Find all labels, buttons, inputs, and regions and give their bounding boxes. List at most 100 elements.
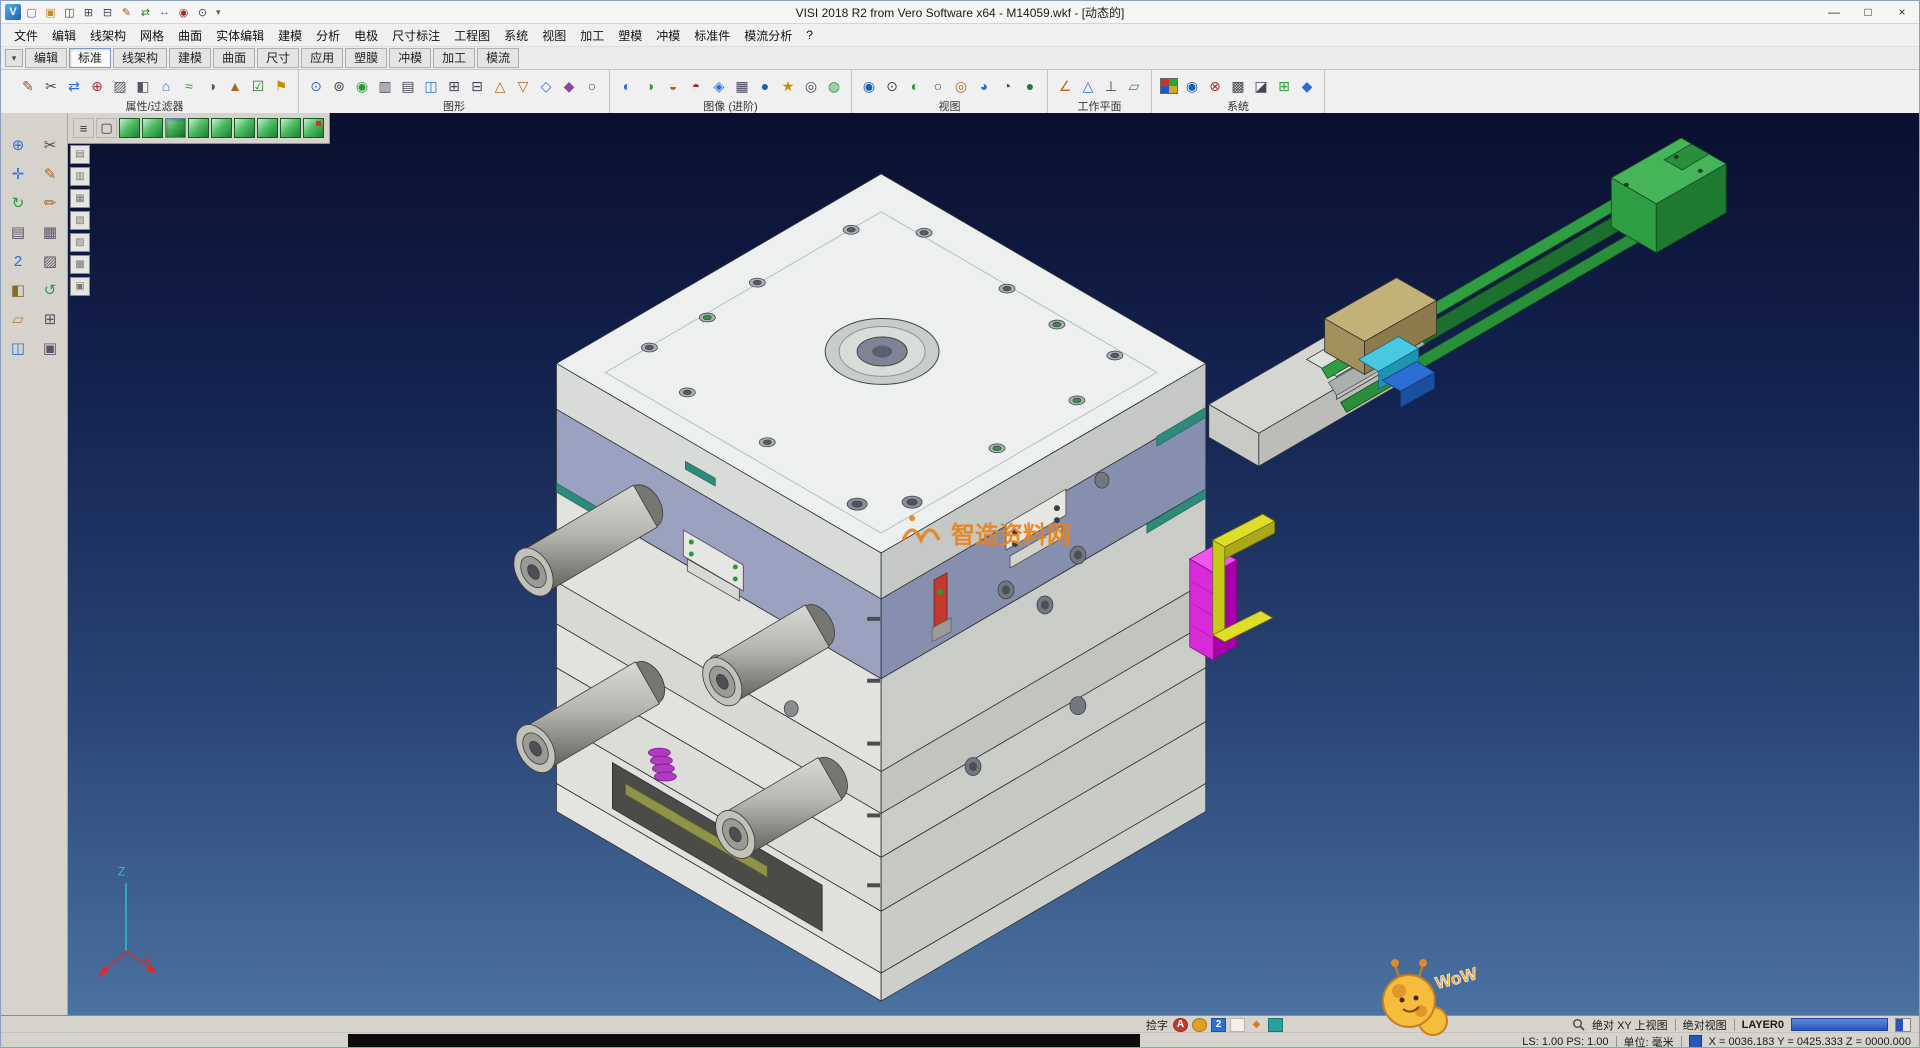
edit-attributes-icon[interactable]: ✎	[18, 76, 38, 96]
sketch-icon[interactable]: ✎	[118, 4, 135, 20]
menu-edit[interactable]: 编辑	[45, 27, 83, 44]
view-outline-icon[interactable]: ○	[928, 76, 948, 96]
color-grid-icon[interactable]	[1159, 76, 1179, 96]
color-chip[interactable]	[1895, 1018, 1911, 1032]
filter-solids-button[interactable]: ▨	[70, 233, 90, 252]
layer2-icon[interactable]: 2	[1211, 1018, 1226, 1032]
trim-icon[interactable]: ✂	[37, 133, 63, 157]
viewport[interactable]: ≡▢ ▤▥▦▧▨▩▣	[68, 113, 1919, 1015]
menu-wireframe[interactable]: 线架构	[83, 27, 133, 44]
menu-file[interactable]: 文件	[7, 27, 45, 44]
tri-down-icon[interactable]: ▽	[513, 76, 533, 96]
system-diamond-icon[interactable]: ◆	[1297, 76, 1317, 96]
minimize-button[interactable]: —	[1817, 2, 1851, 23]
tab-die[interactable]: 冲模	[389, 48, 431, 68]
undo-icon[interactable]: ↺	[37, 278, 63, 302]
blank-icon[interactable]	[1230, 1018, 1245, 1032]
menu-solid-edit[interactable]: 实体编辑	[209, 27, 271, 44]
bullseye-icon[interactable]: ◎	[801, 76, 821, 96]
circle-icon[interactable]: ○	[582, 76, 602, 96]
menu-system[interactable]: 系统	[497, 27, 535, 44]
sphere-icon[interactable]: ●	[755, 76, 775, 96]
rotate-icon[interactable]: ↻	[5, 191, 31, 215]
perpendicular-icon[interactable]: ⊥	[1101, 76, 1121, 96]
menu-analysis[interactable]: 分析	[309, 27, 347, 44]
move-icon[interactable]: ✛	[5, 162, 31, 186]
menu-view[interactable]: 视图	[535, 27, 573, 44]
tri-up-icon[interactable]: △	[490, 76, 510, 96]
view-half-icon[interactable]: ◐	[905, 76, 925, 96]
view-solid-icon[interactable]: ●	[1020, 76, 1040, 96]
smooth-icon[interactable]: ≈	[179, 76, 199, 96]
angle-icon[interactable]: ∠	[1055, 76, 1075, 96]
layer-color-bar[interactable]	[1791, 1018, 1888, 1031]
layer-field[interactable]: LAYER0	[1742, 1019, 1784, 1031]
two-icon[interactable]: 2	[5, 249, 31, 273]
tab-dropdown[interactable]: ▾	[5, 49, 23, 67]
filter-all-button[interactable]: ▣	[70, 277, 90, 296]
menu-electrode[interactable]: 电极	[347, 27, 385, 44]
menu-surface[interactable]: 曲面	[171, 27, 209, 44]
tab-machining[interactable]: 加工	[433, 48, 475, 68]
view-iso-button[interactable]	[119, 118, 140, 138]
absolute-view-field[interactable]: 绝对视图	[1683, 1017, 1727, 1033]
point-icon[interactable]: ◉	[352, 76, 372, 96]
menu-drafting[interactable]: 工程图	[447, 27, 497, 44]
filter-surfaces-button[interactable]: ▧	[70, 211, 90, 230]
tab-surface[interactable]: 曲面	[213, 48, 255, 68]
diamond-icon[interactable]: ◇	[536, 76, 556, 96]
render-q1-icon[interactable]: ◐	[617, 76, 637, 96]
save-all-icon[interactable]: ⊞	[80, 4, 97, 20]
restore-button[interactable]: □	[1851, 2, 1885, 23]
dense-grid-icon[interactable]: ▩	[1228, 76, 1248, 96]
model-canvas[interactable]: 智造资料网 Z X	[68, 113, 1919, 1015]
target-icon[interactable]: ⊙	[306, 76, 326, 96]
close-button[interactable]: ×	[1885, 2, 1919, 23]
menu-mesh[interactable]: 网格	[133, 27, 171, 44]
parallelogram-icon[interactable]: ▱	[1124, 76, 1144, 96]
menu-die[interactable]: 冲模	[649, 27, 687, 44]
save-icon[interactable]: ◫	[61, 4, 78, 20]
open-file-icon[interactable]: ▣	[42, 4, 59, 20]
normals-icon[interactable]: ▲	[225, 76, 245, 96]
view-bottom-button[interactable]	[257, 118, 278, 138]
view-ring-icon[interactable]: ◎	[951, 76, 971, 96]
plus-grid-icon[interactable]: ⊞	[1274, 76, 1294, 96]
cut-icon[interactable]: ✂	[41, 76, 61, 96]
plane-icon[interactable]: ▱	[5, 307, 31, 331]
tab-standard[interactable]: 标准	[69, 48, 111, 68]
palette-icon[interactable]	[1192, 1018, 1207, 1032]
menu-flow-analysis[interactable]: 模流分析	[737, 27, 799, 44]
filter-text-button[interactable]: ▩	[70, 255, 90, 274]
view-right-button[interactable]	[188, 118, 209, 138]
export-icon[interactable]: ↔	[156, 4, 173, 20]
table-icon[interactable]: ▥	[375, 76, 395, 96]
layers-icon[interactable]: ▤	[398, 76, 418, 96]
filter-lines-button[interactable]: ▥	[70, 167, 90, 186]
view-orientation-field[interactable]: 绝对 XY 上视图	[1592, 1017, 1668, 1033]
half-icon[interactable]: ◧	[5, 278, 31, 302]
menu-mold[interactable]: 塑模	[611, 27, 649, 44]
hatch-icon[interactable]: ▨	[110, 76, 130, 96]
hatch-icon[interactable]: ▨	[37, 249, 63, 273]
render-q2-icon[interactable]: ◑	[640, 76, 660, 96]
render-q3-icon[interactable]: ◒	[663, 76, 683, 96]
filter-points-button[interactable]: ▤	[70, 145, 90, 164]
search-icon[interactable]	[1572, 1018, 1585, 1031]
copy-icon[interactable]: ▣	[37, 336, 63, 360]
validate-icon[interactable]: ☑	[248, 76, 268, 96]
solid-diamond-icon[interactable]: ◆	[559, 76, 579, 96]
texture-icon[interactable]: ▦	[732, 76, 752, 96]
menu-machining[interactable]: 加工	[573, 27, 611, 44]
tab-wireframe[interactable]: 线架构	[113, 48, 167, 68]
plane-tri-icon[interactable]: △	[1078, 76, 1098, 96]
teal-icon[interactable]	[1268, 1018, 1283, 1032]
menu-help[interactable]: ?	[799, 28, 820, 42]
view-dynamic-button[interactable]	[303, 118, 324, 138]
split-icon[interactable]: ◫	[5, 336, 31, 360]
split-view-icon[interactable]: ◫	[421, 76, 441, 96]
zoom-icon[interactable]: ⊕	[5, 133, 31, 157]
view-eye-icon[interactable]: ◉	[859, 76, 879, 96]
remove-box-icon[interactable]: ⊟	[467, 76, 487, 96]
view-axon-button[interactable]	[280, 118, 301, 138]
